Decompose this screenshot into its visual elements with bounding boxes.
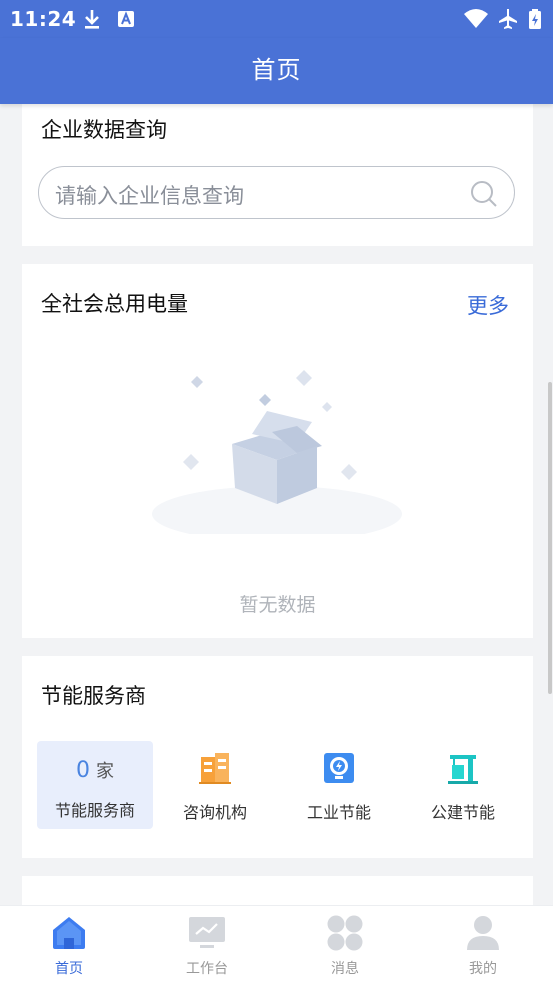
tab-workbench-label: 工作台 [186,961,228,977]
download-icon [85,10,99,29]
provider-count-label: 节能服务商 [54,801,135,820]
electricity-title: 全社会总用电量 [41,292,188,316]
tab-workbench[interactable]: 工作台 [138,906,276,984]
search-placeholder: 请输入企业信息查询 [55,184,244,208]
service-industrial[interactable]: 工业节能 [293,741,385,829]
vertical-scrollbar[interactable] [548,382,552,694]
building-icon [199,753,231,784]
grid-icon [327,915,363,951]
status-bar: 11:24 [0,0,553,38]
a-badge-icon [118,11,134,27]
company-search-title: 企业数据查询 [41,118,167,142]
service-consulting-label: 咨询机构 [182,803,247,822]
service-public-building-label: 公建节能 [430,803,495,822]
tab-profile[interactable]: 我的 [414,906,552,984]
crane-icon [448,755,478,784]
status-time: 11:24 [10,7,77,31]
tab-profile-label: 我的 [469,961,497,977]
providers-title: 节能服务商 [41,684,146,708]
service-industrial-label: 工业节能 [306,803,371,822]
home-icon [53,917,85,949]
empty-data-text: 暂无数据 [239,594,316,616]
empty-box-illustration [152,370,402,534]
bottom-tab-bar: 首页 工作台 消息 我的 [0,905,553,984]
more-link[interactable]: 更多 [467,290,509,320]
provider-count-tile[interactable]: 0家 节能服务商 [37,741,153,829]
company-search-card: 企业数据查询 请输入企业信息查询 [22,100,533,246]
provider-count: 0家 [37,757,153,783]
wifi-icon [464,9,488,28]
search-icon[interactable] [470,180,498,208]
lightbulb-icon [324,753,354,783]
tab-messages[interactable]: 消息 [276,906,414,984]
service-public-building[interactable]: 公建节能 [417,741,509,829]
battery-charging-icon [529,9,541,29]
service-consulting[interactable]: 咨询机构 [169,741,261,829]
monitor-icon [189,917,225,948]
page-title: 首页 [251,56,302,84]
tab-home[interactable]: 首页 [0,906,138,984]
electricity-card: 全社会总用电量 更多 暂无数据 [22,264,533,638]
tab-messages-label: 消息 [331,961,359,977]
airplane-icon [499,9,517,29]
user-icon [467,916,499,950]
energy-providers-card: 节能服务商 0家 节能服务商 咨询机构 工业节能 公建节能 [22,656,533,858]
provider-count-unit: 家 [96,761,114,782]
top-nav-bar: 首页 [0,38,553,104]
provider-count-number: 0 [76,758,90,783]
company-search-input[interactable]: 请输入企业信息查询 [38,166,515,219]
tab-home-label: 首页 [55,961,83,977]
